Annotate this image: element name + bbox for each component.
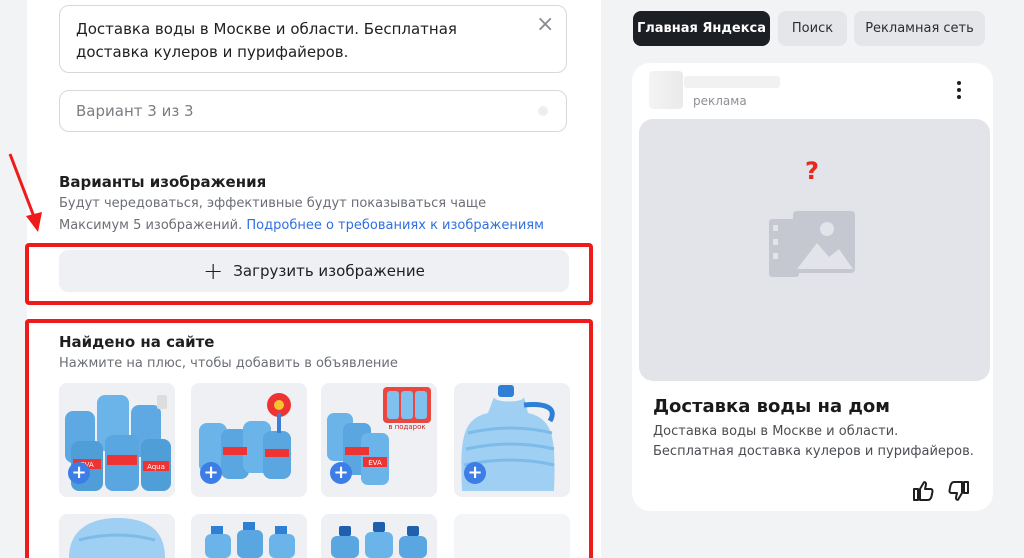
thumbs-up-icon[interactable] xyxy=(911,479,935,503)
description-field[interactable]: Доставка воды в Москве и области. Беспла… xyxy=(59,5,567,73)
tab-yandex-main[interactable]: Главная Яндекса xyxy=(633,11,770,46)
ad-preview-card: реклама ? Доставка воды на дом Доставка … xyxy=(632,63,993,511)
upload-highlight-box xyxy=(25,243,593,305)
image-requirements-link[interactable]: Подробнее о требованиях к изображениям xyxy=(246,218,544,233)
images-section-title: Варианты изображения xyxy=(59,173,267,191)
images-hint-prefix: Максимум 5 изображений. xyxy=(59,218,243,233)
description-value: Доставка воды в Москве и области. Беспла… xyxy=(76,20,457,61)
kebab-menu-icon[interactable] xyxy=(957,81,963,102)
missing-image-mark: ? xyxy=(805,157,819,185)
tab-search[interactable]: Поиск xyxy=(778,11,847,46)
ad-editor-panel: Доставка воды в Москве и области. Беспла… xyxy=(25,0,601,558)
image-placeholder-icon xyxy=(769,211,855,277)
advertiser-name xyxy=(684,76,780,88)
arrow-annotation xyxy=(8,153,42,232)
advertiser-avatar xyxy=(649,71,683,109)
images-hint-line1: Будут чередоваться, эффективные будут по… xyxy=(59,196,487,211)
ad-text: Доставка воды в Москве и области. Беспла… xyxy=(653,424,974,459)
variant-indicator xyxy=(538,106,548,116)
ad-title: Доставка воды на дом xyxy=(653,396,890,417)
variant-field[interactable]: Вариант 3 из 3 xyxy=(59,90,567,132)
ad-image-placeholder: ? xyxy=(639,119,990,381)
tab-ad-network[interactable]: Рекламная сеть xyxy=(854,11,985,46)
images-hint-line2: Максимум 5 изображений. Подробнее о треб… xyxy=(59,218,544,233)
found-images-highlight-box xyxy=(25,319,593,558)
variant-value: Вариант 3 из 3 xyxy=(76,102,194,120)
thumbs-down-icon[interactable] xyxy=(947,479,971,503)
ad-label: реклама xyxy=(693,94,747,108)
close-icon[interactable]: × xyxy=(536,14,554,36)
